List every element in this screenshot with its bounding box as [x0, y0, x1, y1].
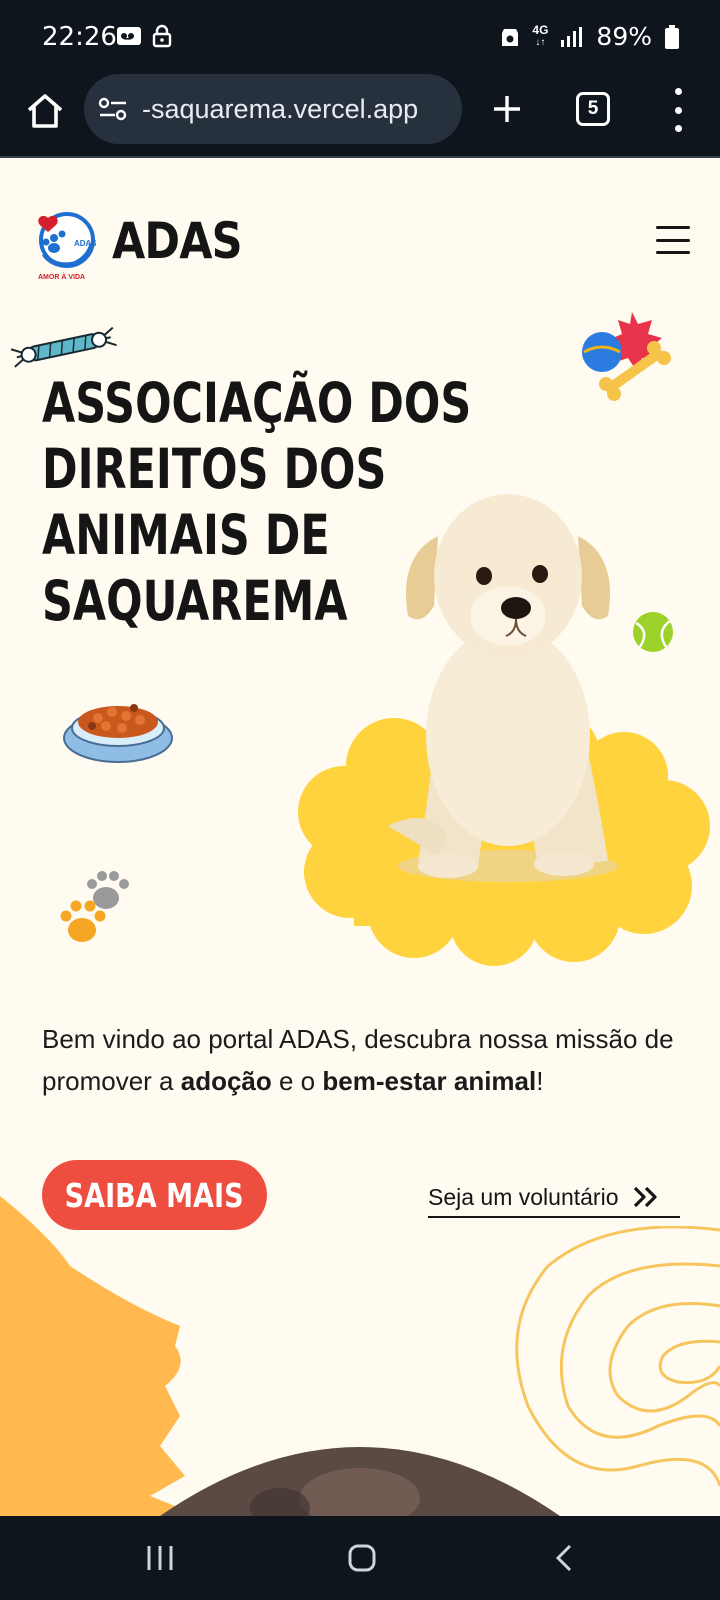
hero-title: ASSOCIAÇÃO DOS DIREITOS DOS ANIMAIS DE S… — [42, 370, 479, 634]
saiba-mais-label: SAIBA MAIS — [65, 1175, 244, 1215]
hero-title-line: ASSOCIAÇÃO DOS — [42, 371, 472, 435]
status-bar: 22:26 4G ↓↑ 89% — [0, 0, 720, 72]
home-nav-button[interactable] — [340, 1536, 384, 1580]
recent-apps-icon — [147, 1546, 173, 1570]
rope-toy-illustration — [10, 326, 117, 368]
food-bowl-illustration — [63, 704, 173, 763]
hero-title-line: DIREITOS DOS — [42, 437, 387, 501]
home-nav-icon — [348, 1544, 376, 1572]
status-time: 22:26 — [42, 22, 117, 52]
back-button[interactable] — [542, 1536, 586, 1580]
featured-image-circle — [160, 1447, 560, 1516]
url-text: -saquarema.vercel.app — [142, 93, 419, 124]
back-icon — [555, 1544, 572, 1572]
address-bar[interactable]: -saquarema.vercel.app — [84, 74, 462, 144]
hamburger-line — [656, 226, 690, 229]
network-type: 4G ↓↑ — [532, 23, 549, 48]
browser-menu-button[interactable] — [668, 88, 688, 132]
adas-logo[interactable]: ADAS AMOR À VIDA — [34, 208, 96, 282]
intro-highlight-adoption: adoção — [180, 1066, 272, 1096]
plus-icon — [494, 96, 520, 122]
signal-icon — [561, 26, 583, 47]
site-header: ADAS AMOR À VIDA ADAS — [0, 160, 720, 325]
hero-title-line: SAQUAREMA — [42, 569, 348, 633]
svg-text:ADAS: ADAS — [74, 239, 96, 248]
status-system-icons: 4G ↓↑ 89% — [500, 22, 680, 51]
status-notification-icons — [116, 24, 172, 48]
hero-title-line: ANIMAIS DE — [42, 503, 330, 567]
system-navigation-bar — [0, 1516, 720, 1600]
tabs-button[interactable]: 5 — [576, 92, 610, 126]
home-icon — [27, 94, 63, 128]
hamburger-line — [656, 251, 690, 254]
new-tab-button[interactable] — [484, 86, 530, 132]
browser-home-button[interactable] — [22, 88, 68, 134]
menu-dot — [674, 125, 682, 132]
battery-percent: 89% — [596, 22, 652, 51]
tennis-ball-illustration — [633, 612, 673, 652]
menu-dot — [674, 88, 682, 95]
menu-dot — [674, 106, 682, 114]
browser-toolbar: -saquarema.vercel.app 5 — [0, 72, 720, 158]
volunteer-link[interactable]: Seja um voluntário — [428, 1178, 680, 1218]
battery-icon — [665, 24, 679, 49]
intro-paragraph: Bem vindo ao portal ADAS, descubra nossa… — [42, 1018, 692, 1102]
data-saver-icon — [502, 28, 519, 46]
intro-text: e o — [271, 1066, 323, 1096]
lock-icon — [152, 24, 172, 48]
volunteer-link-label: Seja um voluntário — [428, 1183, 619, 1210]
paw-prints-illustration — [60, 871, 129, 942]
pet-toys-illustration — [582, 312, 671, 401]
voicemail-icon — [117, 27, 141, 45]
saiba-mais-button[interactable]: SAIBA MAIS — [42, 1160, 267, 1230]
hamburger-line — [656, 238, 690, 242]
brand-name[interactable]: ADAS — [112, 212, 243, 270]
intro-text: ! — [536, 1066, 544, 1096]
site-settings-icon[interactable] — [98, 97, 128, 121]
svg-text:AMOR À VIDA: AMOR À VIDA — [38, 272, 85, 281]
double-chevron-right-icon — [633, 1186, 657, 1208]
intro-highlight-welfare: bem-estar animal — [322, 1066, 537, 1096]
recent-apps-button[interactable] — [138, 1536, 182, 1580]
hamburger-menu-button[interactable] — [656, 226, 690, 254]
